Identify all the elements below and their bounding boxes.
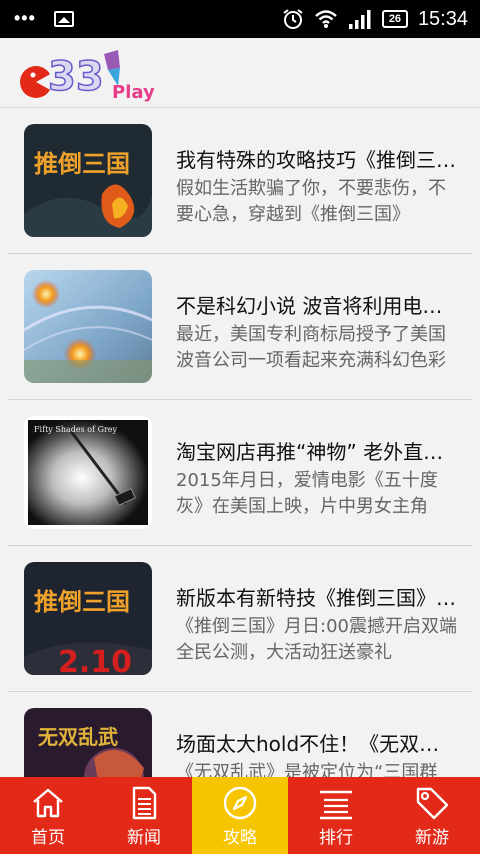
article-summary: 《无双乱武》是被定位为“三国群英”题材的一款游戏: [176, 762, 438, 777]
ranking-list-icon: [320, 790, 352, 820]
article-summary: 2015年月日，爱情电影《五十度灰》在美国上映，片中男女主角: [176, 470, 438, 517]
notification-dots: •••: [14, 8, 36, 28]
article-summary: 《推倒三国》月日:00震撼开启双端全民公测，大活动狂送豪礼: [176, 616, 457, 663]
svg-text:33: 33: [48, 54, 104, 100]
signal-icon: [348, 10, 371, 29]
tab-label: 首页: [31, 828, 65, 848]
article-title[interactable]: 新版本有新特技《推倒三国》震撼开启双端公测: [176, 582, 458, 611]
tag-icon: [416, 787, 449, 820]
status-time: 15:34: [417, 7, 468, 30]
article-thumbnail[interactable]: [24, 270, 152, 383]
article-thumbnail[interactable]: 无双乱武: [24, 708, 152, 777]
article-list[interactable]: 推倒三国 我有特殊的攻略技巧《推倒三国》，等你来挑战 假如生活欺骗了你，不要悲伤…: [0, 108, 480, 777]
article-title[interactable]: 不是科幻小说 波音将利用电磁力场防御冲击波: [176, 290, 458, 319]
battery-icon: 26: [381, 10, 408, 28]
article-title[interactable]: 淘宝网店再推“神物” 老外直呼看不懂: [176, 436, 458, 465]
list-item[interactable]: 推倒三国 我有特殊的攻略技巧《推倒三国》，等你来挑战 假如生活欺骗了你，不要悲伤…: [8, 108, 472, 254]
status-bar: ••• 26 15:34: [0, 0, 480, 38]
list-item[interactable]: 推倒三国 2.10 新版本有新特技《推倒三国》震撼开启双端公测 《推倒三国》月日…: [8, 546, 472, 692]
tab-ranking[interactable]: 排行: [288, 777, 384, 854]
alarm-icon: [283, 9, 303, 29]
tab-news[interactable]: 新闻: [96, 777, 192, 854]
home-icon: [33, 788, 63, 818]
svg-text:无双乱武: 无双乱武: [38, 725, 118, 749]
tab-home[interactable]: 首页: [0, 777, 96, 854]
article-thumbnail[interactable]: Fifty Shades of Grey: [24, 416, 152, 529]
list-item[interactable]: 不是科幻小说 波音将利用电磁力场防御冲击波 最近，美国专利商标局授予了美国波音公…: [8, 254, 472, 400]
tab-label: 排行: [319, 828, 353, 848]
tab-label: 攻略: [223, 828, 257, 848]
app-header: 33 Play!: [0, 38, 480, 108]
image-notification-icon: [54, 11, 74, 27]
list-item[interactable]: Fifty Shades of Grey 淘宝网店再推“神物” 老外直呼看不懂 …: [8, 400, 472, 546]
bottom-navigation: 首页 新闻 攻略 排行 新游: [0, 777, 480, 854]
list-item[interactable]: 无双乱武 场面太大hold不住！《无双乱武》三国群英传 《无双乱武》是被定位为“…: [8, 692, 472, 777]
svg-text:2.10: 2.10: [58, 645, 132, 675]
news-document-icon: [132, 786, 157, 820]
tab-label: 新闻: [127, 828, 161, 848]
app-logo[interactable]: 33 Play!: [14, 46, 154, 102]
article-thumbnail[interactable]: 推倒三国: [24, 124, 152, 237]
svg-text:推倒三国: 推倒三国: [34, 149, 130, 178]
status-icons: 26 15:34: [282, 0, 468, 38]
tab-label: 新游: [415, 828, 449, 848]
article-summary: 最近，美国专利商标局授予了美国波音公司一项看起来充满科幻色彩的专利: [176, 324, 446, 371]
article-thumbnail[interactable]: 推倒三国 2.10: [24, 562, 152, 675]
logo-text: Play!: [112, 82, 154, 102]
compass-icon: [223, 786, 257, 820]
tab-new-games[interactable]: 新游: [384, 777, 480, 854]
article-title[interactable]: 我有特殊的攻略技巧《推倒三国》，等你来挑战: [176, 144, 458, 173]
tab-guides[interactable]: 攻略: [192, 777, 288, 854]
svg-text:推倒三国: 推倒三国: [34, 587, 130, 616]
article-summary: 假如生活欺骗了你，不要悲伤，不要心急，穿越到《推倒三国》: [176, 178, 446, 225]
svg-text:Fifty Shades of Grey: Fifty Shades of Grey: [34, 425, 118, 434]
article-title[interactable]: 场面太大hold不住！《无双乱武》三国群英传: [176, 728, 458, 757]
wifi-icon: [315, 10, 337, 28]
